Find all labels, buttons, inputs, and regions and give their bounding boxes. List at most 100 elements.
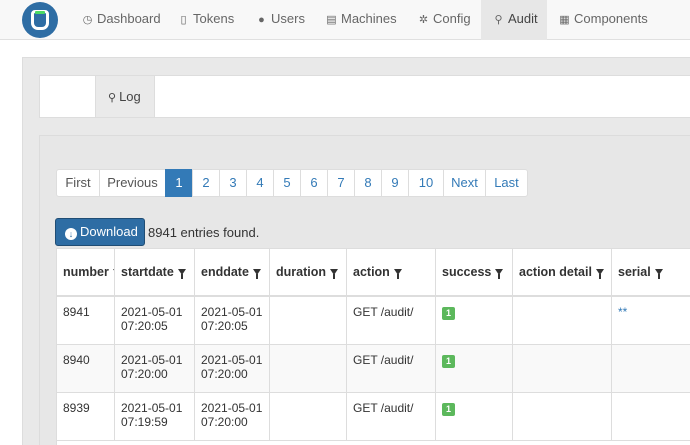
table-cell-number: 8941	[57, 297, 115, 345]
page-link-6[interactable]: 6	[300, 169, 328, 197]
success-badge: 1	[442, 403, 456, 416]
success-badge: 1	[442, 307, 456, 320]
cell-value: GET /audit/	[353, 305, 414, 319]
success-badge: 1	[442, 355, 456, 368]
table-cell-success: 1	[436, 393, 513, 441]
download-icon: ↓	[65, 228, 77, 240]
table-cell-duration	[270, 345, 347, 393]
column-header-serial[interactable]: serial	[612, 249, 690, 297]
table-cell-serial	[612, 393, 690, 441]
search-icon: ⚲	[494, 14, 503, 26]
page-link-last[interactable]: Last	[485, 169, 528, 197]
page-link-5[interactable]: 5	[273, 169, 301, 197]
table-cell-startdate: 2021-05-01 07:19:59	[115, 393, 195, 441]
page-link-2[interactable]: 2	[192, 169, 220, 197]
cell-value: GET /audit/	[353, 401, 414, 415]
cell-line: 2021-05-01	[201, 353, 263, 367]
filter-icon[interactable]	[252, 269, 261, 279]
cell-value: 8941	[63, 305, 90, 319]
nav-item-users[interactable]: ● Users	[256, 0, 305, 40]
token-icon: ▯	[180, 14, 187, 26]
table-cell-enddate: 2021-05-01 07:20:00	[195, 393, 270, 441]
page-link-8[interactable]: 8	[354, 169, 382, 197]
filter-icon[interactable]	[595, 269, 604, 279]
filter-icon[interactable]	[393, 269, 402, 279]
cell-line: 07:19:59	[121, 415, 168, 429]
audit-subnav: ⚲ Log	[39, 75, 690, 118]
table-cell-startdate: 2021-05-01 07:20:05	[115, 297, 195, 345]
cell-value: 8940	[63, 353, 90, 367]
nav-item-machines[interactable]: ▤ Machines	[326, 0, 397, 40]
nav-item-config[interactable]: ✲ Config	[418, 0, 471, 40]
table-cell-number: 8939	[57, 393, 115, 441]
entries-count: 8941 entries found.	[148, 225, 260, 240]
nav-item-label: Dashboard	[97, 11, 161, 26]
filter-icon[interactable]	[330, 269, 338, 279]
column-header-duration[interactable]: duration	[270, 249, 347, 297]
page-link-9[interactable]: 9	[381, 169, 409, 197]
page-link-4[interactable]: 4	[246, 169, 274, 197]
page-link-1[interactable]: 1	[165, 169, 193, 197]
column-header-success[interactable]: success	[436, 249, 513, 297]
cell-line: 07:20:00	[201, 415, 248, 429]
filter-icon[interactable]	[654, 269, 663, 279]
table-cell-success: 1	[436, 345, 513, 393]
table-cell-success: 1	[436, 297, 513, 345]
column-header-label: success	[442, 265, 492, 279]
table-cell-serial	[612, 345, 690, 393]
table-cell-startdate: 2021-05-01 07:20:00	[115, 345, 195, 393]
column-header-action-detail[interactable]: action detail	[513, 249, 612, 297]
column-header-startdate[interactable]: startdate	[115, 249, 195, 297]
table-cell-enddate: 2021-05-01 07:20:00	[195, 345, 270, 393]
column-header-label: startdate	[121, 265, 174, 279]
nav-item-components[interactable]: ▦ Components	[559, 0, 647, 40]
nav-item-tokens[interactable]: ▯ Tokens	[178, 0, 234, 40]
column-header-label: action	[353, 265, 390, 279]
calendar-icon: ▦	[559, 14, 570, 26]
machine-icon: ▤	[326, 14, 337, 26]
download-button[interactable]: ↓ Download	[55, 218, 145, 246]
user-icon: ●	[258, 14, 265, 26]
table-cell-enddate: 2021-05-01 07:20:05	[195, 297, 270, 345]
filter-icon[interactable]	[177, 269, 186, 279]
nav-item-audit[interactable]: ⚲ Audit	[481, 0, 547, 40]
nav-item-label: Tokens	[193, 11, 235, 26]
nav-item-label: Config	[433, 11, 471, 26]
nav-item-label: Users	[271, 11, 305, 26]
column-header-label: number	[63, 265, 109, 279]
table-cell-action-detail	[513, 297, 612, 345]
app-logo[interactable]	[22, 2, 58, 38]
cell-line: 2021-05-01	[201, 305, 263, 319]
cell-line: 2021-05-01	[121, 305, 183, 319]
table-cell-duration	[270, 393, 347, 441]
nav-item-label: Machines	[341, 11, 397, 26]
table-cell-action-detail	[513, 393, 612, 441]
search-icon: ⚲	[108, 92, 117, 104]
serial-link[interactable]: **	[618, 305, 627, 319]
cell-line: 07:20:05	[121, 319, 168, 333]
table-cell-duration	[270, 297, 347, 345]
page-link-3[interactable]: 3	[219, 169, 247, 197]
audit-table: number startdate enddate duration action succ…	[56, 248, 690, 445]
nav-item-label: Audit	[508, 11, 538, 26]
page-link-previous[interactable]: Previous	[99, 169, 166, 197]
filter-icon[interactable]	[495, 269, 504, 279]
column-header-label: serial	[618, 265, 651, 279]
page-link-first[interactable]: First	[56, 169, 100, 197]
cell-value: 8939	[63, 401, 90, 415]
page-link-7[interactable]: 7	[327, 169, 355, 197]
column-header-action[interactable]: action	[347, 249, 436, 297]
page-link-next[interactable]: Next	[443, 169, 486, 197]
table-cell-action: GET /audit/	[347, 345, 436, 393]
column-header-number[interactable]: number	[57, 249, 115, 297]
tab-log[interactable]: ⚲ Log	[95, 76, 155, 117]
table-cell-action: GET /audit/	[347, 297, 436, 345]
column-header-enddate[interactable]: enddate	[195, 249, 270, 297]
nav-item-dashboard[interactable]: ◷ Dashboard	[82, 0, 161, 40]
cell-line: 07:20:05	[201, 319, 248, 333]
pagination: First Previous 1 2 3 4 5 6 7 8 9 10 Next Last	[56, 169, 528, 197]
cell-line: 2021-05-01	[201, 401, 263, 415]
dashboard-icon: ◷	[82, 14, 93, 26]
logo-accent	[35, 11, 45, 14]
page-link-10[interactable]: 10	[408, 169, 444, 197]
